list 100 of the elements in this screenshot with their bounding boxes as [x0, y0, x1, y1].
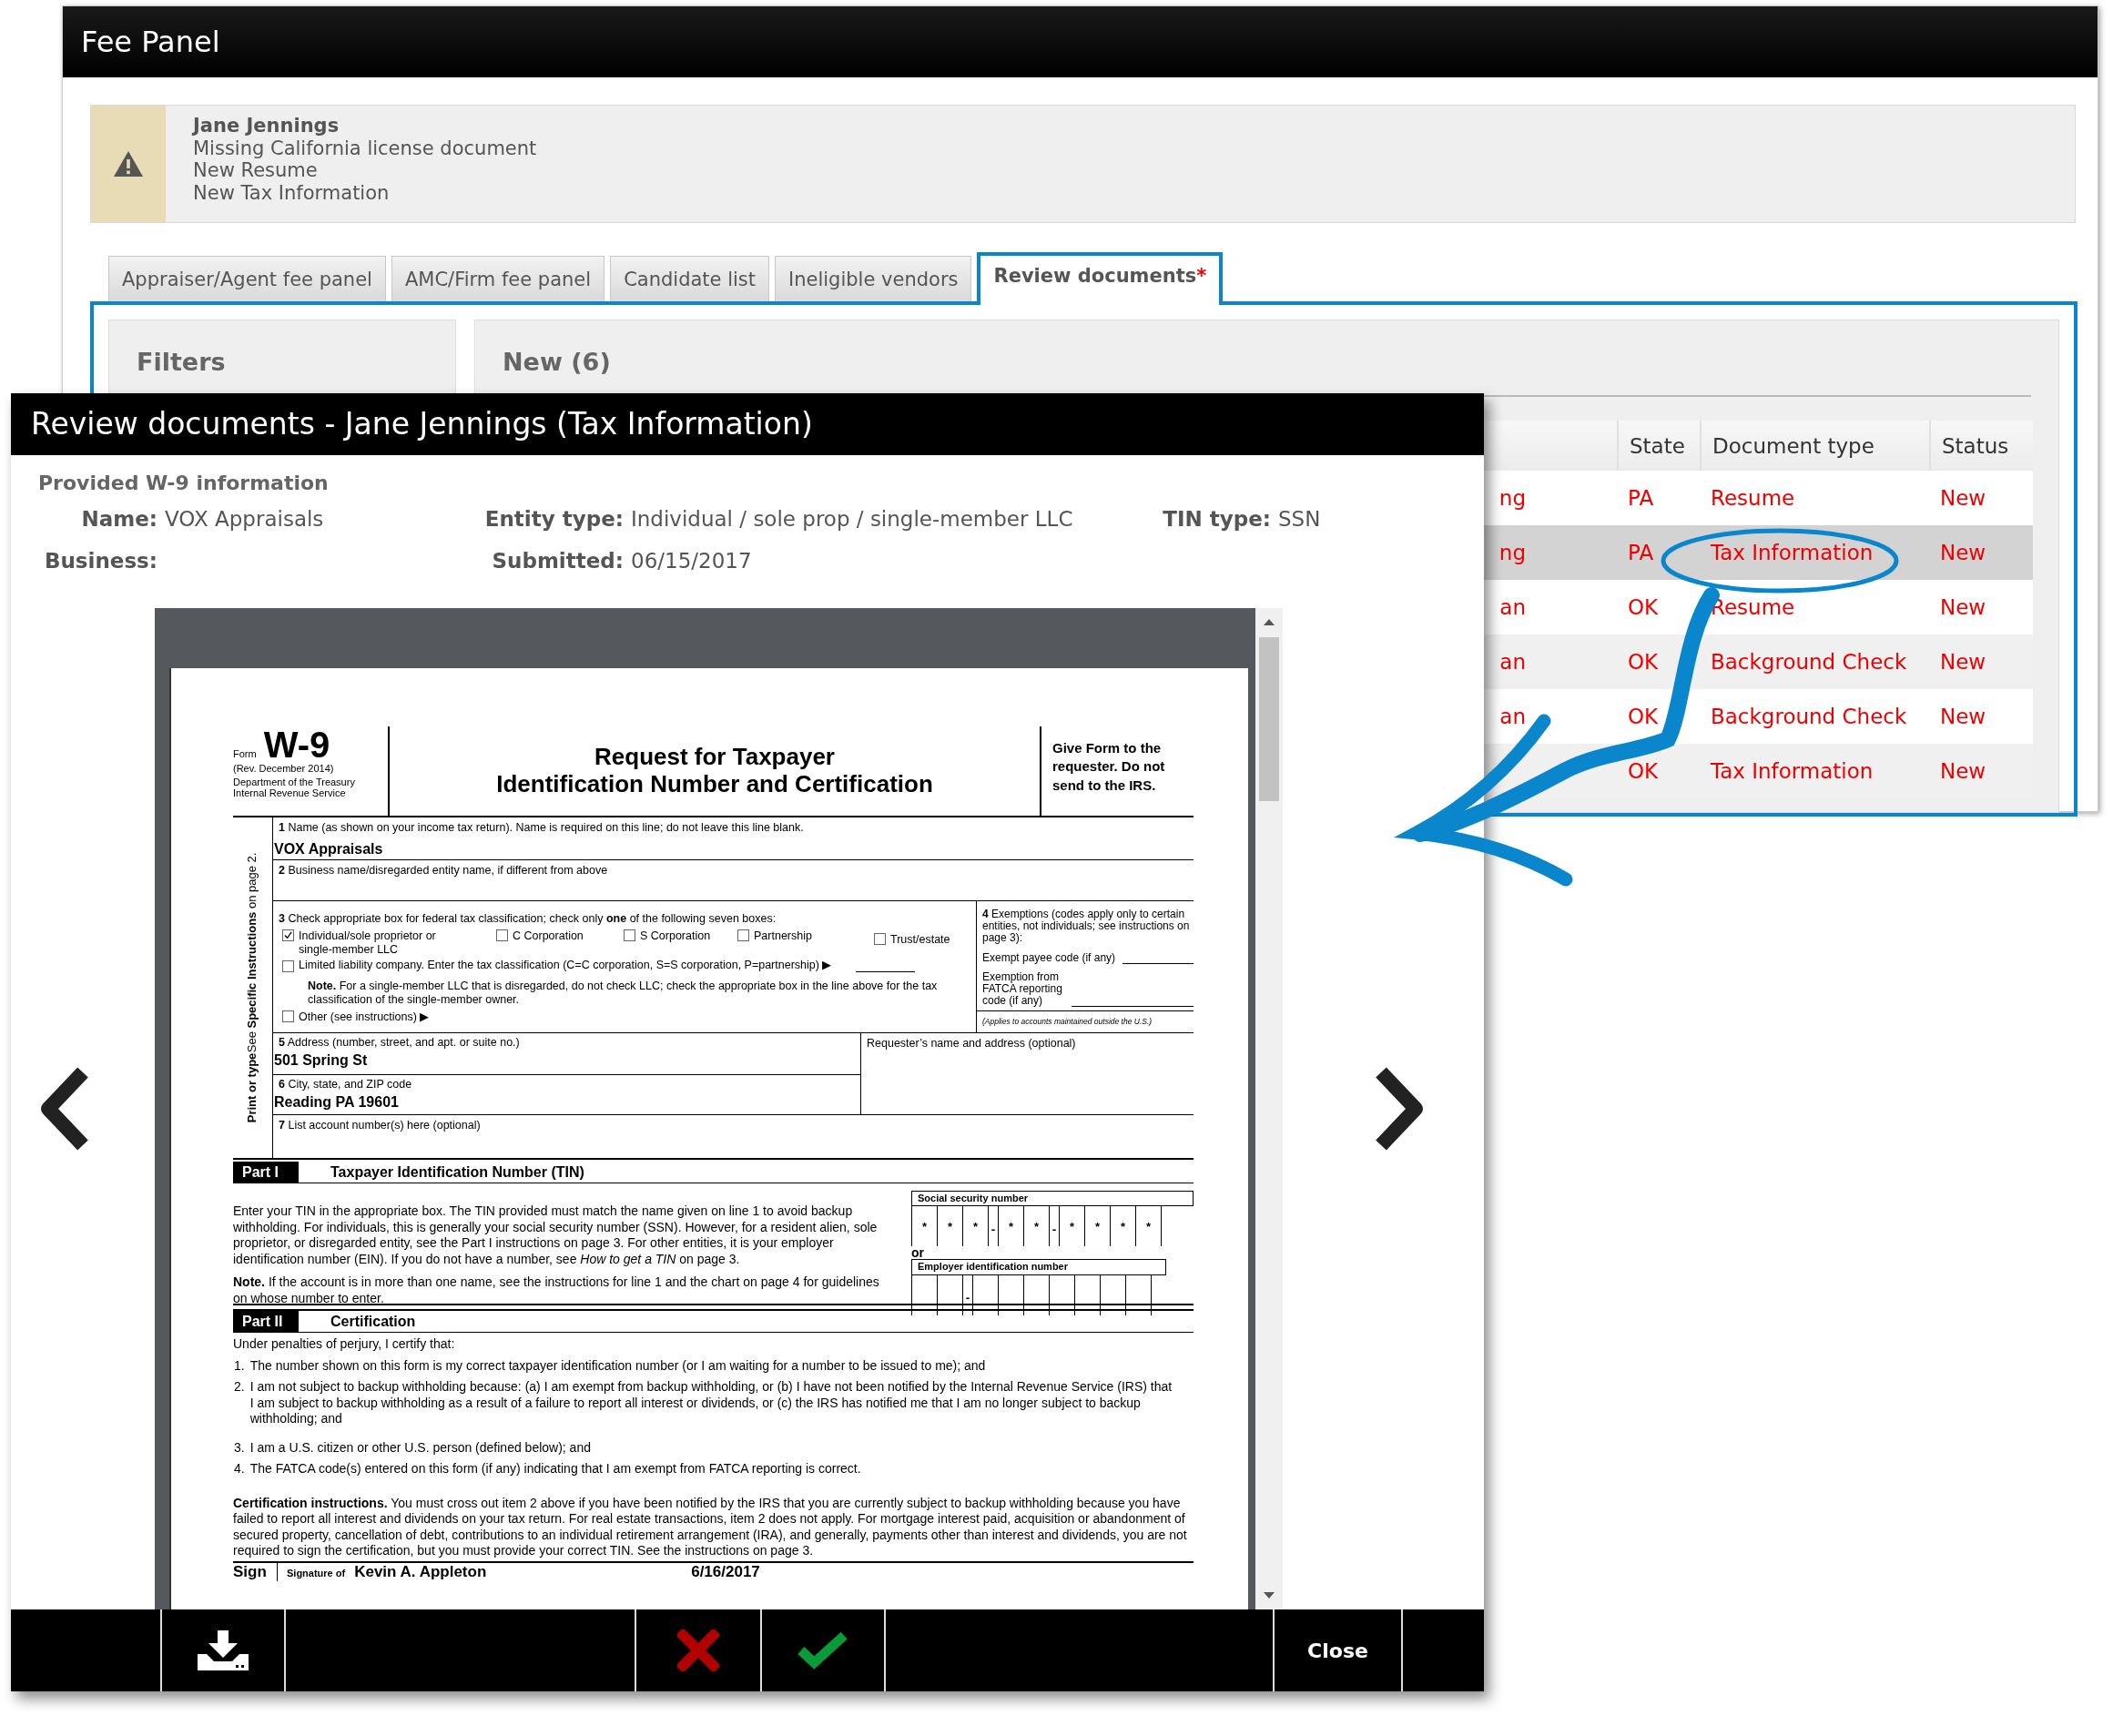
line-value: VOX Appraisals [273, 840, 384, 858]
line-label: 3 Check appropriate box for federal tax classification; check only one of the following seven boxes: [278, 912, 777, 926]
field-label: Entity type: [483, 507, 624, 531]
table-cell: New [1940, 486, 1986, 510]
paragraph: I am not subject to backup withholding because: (a) I am exempt from backup withholding, or (b) I have not been notified by the Internal Revenue Service (IRS) that I am subject to backup withholding as a result of a failure to report all interest or dividends, or (c) the IRS has notified me that I am no longer subject to backup withholding; and [249, 1379, 1173, 1427]
field-label: Business: [43, 549, 157, 573]
option-label: Partnership [754, 929, 812, 943]
table-cell: New [1940, 541, 1986, 564]
dialog-title: Review documents - Jane Jennings (Tax Information) [11, 393, 1484, 455]
table-cell: PA [1628, 486, 1654, 510]
digit-box: * [911, 1206, 938, 1247]
tab[interactable]: AMC/Firm fee panel [391, 256, 605, 301]
table-cell: ng [1498, 541, 1526, 564]
tab[interactable]: Candidate list [610, 256, 770, 301]
part-title: Taxpayer Identification Number (TIN) [330, 1163, 584, 1182]
paragraph: The FATCA code(s) entered on this form (if any) indicating that I am exempt from FATCA reporting is correct. [249, 1461, 862, 1477]
box-label: Social security number [911, 1191, 1194, 1207]
separator-dash: - [990, 1222, 997, 1238]
alert-message: New Tax Information [193, 181, 391, 204]
window-title: Fee Panel [63, 6, 2098, 77]
footnote: (Applies to accounts maintained outside the U.S.) [977, 1010, 1194, 1027]
item-number: 1. [234, 1357, 245, 1375]
paragraph: Note. If the account is in more than one name, see the instructions for line 1 and the chart on page 4 for guidelines on whose number to enter. [233, 1274, 880, 1307]
table-cell: Background Check [1711, 650, 1907, 674]
line-label: Exemption from FATCA reporting code (if any) [981, 970, 1063, 1008]
tab[interactable]: Review documents* [977, 252, 1224, 305]
scrollbar-thumb[interactable] [1259, 637, 1279, 801]
field-value: VOX Appraisals [165, 507, 324, 531]
close-icon [677, 1629, 719, 1671]
checkbox[interactable] [282, 929, 294, 941]
field-value: Individual / sole prop / single-member LLC [631, 507, 1073, 531]
table-cell: OK [1628, 705, 1659, 728]
digit-box: * [1085, 1206, 1111, 1247]
form-title: Identification Number and Certification [496, 771, 933, 798]
table-cell: New [1940, 759, 1986, 783]
option-label: Other (see instructions) ▶ [299, 1010, 430, 1024]
table-cell: an [1499, 650, 1526, 674]
table-cell: PA [1628, 541, 1654, 564]
checkbox[interactable] [282, 960, 294, 972]
separator-dash: - [964, 1290, 971, 1306]
line-value: 501 Spring St [273, 1051, 369, 1070]
scroll-down-icon[interactable] [1263, 1591, 1275, 1600]
scroll-up-icon[interactable] [1263, 617, 1275, 626]
line-label: Exempt payee code (if any) [981, 951, 1116, 964]
table-cell: New [1940, 595, 1986, 619]
option-label: Individual/sole proprietor or single-member LLC [299, 929, 437, 957]
option-label: Limited liability company. Enter the tax classification (C=C corporation, S=S corporation, P=partnership) ▶ [299, 959, 832, 972]
panel-heading: New (6) [502, 347, 612, 378]
field-value: SSN [1278, 507, 1321, 531]
checkmark-icon [797, 1630, 849, 1670]
table-cell: ng [1498, 486, 1526, 510]
exemptions-heading: 4 Exemptions (codes apply only to certain entities, not individuals; see instructions on page 3): [981, 909, 1191, 945]
form-label: Form [233, 748, 257, 761]
digit-box: * [1024, 1206, 1050, 1247]
table-cell: Background Check [1711, 705, 1907, 728]
table-cell: Tax Information [1711, 759, 1874, 783]
digit-box: * [938, 1206, 963, 1247]
box-label: Employer identification number [911, 1259, 1166, 1275]
checkbox[interactable] [496, 929, 508, 941]
table-cell: OK [1628, 759, 1659, 783]
line-label: Requester’s name and address (optional) [866, 1037, 1076, 1050]
checkbox[interactable] [737, 929, 749, 941]
tab[interactable]: Ineligible vendors [775, 256, 972, 301]
table-cell: Resume [1711, 486, 1795, 510]
signature-date: 6/16/2017 [691, 1562, 760, 1582]
section-title: Provided W-9 information [38, 472, 330, 494]
form-instruction: Give Form to the requester. Do not send to the IRS. [1040, 726, 1194, 816]
side-label: Print or type [246, 1052, 259, 1123]
panel-heading: Filters [136, 347, 227, 378]
form-revision: (Rev. December 2014) [233, 763, 335, 775]
line-label: 2 Business name/disregarded entity name, if different from above [278, 864, 609, 878]
paragraph: I am a U.S. citizen or other U.S. person (defined below); and [249, 1439, 592, 1457]
alert-message: Missing California license document [193, 137, 537, 159]
table-cell: Tax Information [1711, 541, 1874, 564]
alert-message: New Resume [193, 159, 319, 182]
checkbox[interactable] [624, 929, 635, 941]
scrollbar[interactable] [1255, 608, 1283, 1609]
line-label: 7 List account number(s) here (optional) [278, 1119, 482, 1132]
table-cell: OK [1628, 595, 1659, 619]
tab[interactable]: Appraiser/Agent fee panel [108, 256, 386, 301]
table-cell: OK [1628, 650, 1659, 674]
signature-label: Signature of [287, 1567, 346, 1580]
checkbox[interactable] [874, 933, 886, 945]
table-cell: an [1499, 705, 1526, 728]
line-value: Reading PA 19601 [273, 1093, 400, 1112]
part-tag: Part II [233, 1311, 299, 1333]
table-cell: New [1940, 650, 1986, 674]
warning-icon [113, 150, 144, 178]
item-number: 4. [234, 1461, 245, 1477]
form-number: W-9 [263, 726, 330, 763]
line-label: 5 Address (number, street, and apt. or suite no.) [278, 1036, 521, 1050]
option-label: C Corporation [513, 929, 584, 943]
checkbox[interactable] [282, 1010, 294, 1022]
digit-box: * [1059, 1206, 1085, 1247]
digit-box: * [1111, 1206, 1136, 1247]
line-label: 1 Name (as shown on your income tax return). Name is required on this line; do not leave this line blank. [278, 821, 805, 835]
part-tag: Part I [233, 1162, 299, 1183]
table-cell: New [1940, 705, 1986, 728]
paragraph: Enter your TIN in the appropriate box. The TIN provided must match the name given on line 1 to avoid backup withholding. For individuals, this is generally your social security number (SSN). However, for a resident alien, sole proprietor, or disregarded entity, see the Part I instructions on page 3. For other entities, it is your employer identification number (EIN). If you do not have a number, see How to get a TIN on page 3. [233, 1203, 879, 1268]
digit-box: * [963, 1206, 989, 1247]
